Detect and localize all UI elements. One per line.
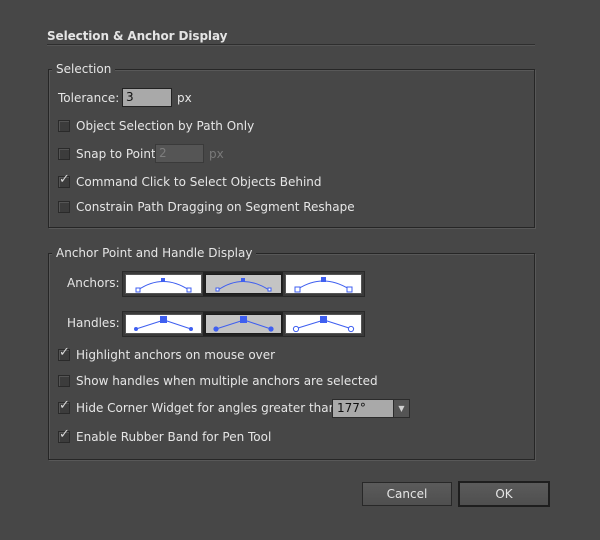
highlight-anchors-label: Highlight anchors on mouse over [76,348,276,362]
handles-style-selector [122,311,365,337]
hide-corner-widget-checkbox[interactable]: ✓ [58,398,70,414]
tolerance-label: Tolerance: [58,91,120,105]
hide-corner-widget-label: Hide Corner Widget for angles greater th… [76,401,341,415]
cancel-button[interactable]: Cancel [362,482,452,506]
check-mark-icon: ✓ [59,172,70,187]
check-mark-icon: ✓ [59,345,70,360]
snap-to-point-unit: px [209,147,224,161]
snap-to-point-label: Snap to Point [76,147,156,161]
hide-corner-widget-row[interactable]: ✓ Hide Corner Widget for angles greater … [58,398,341,416]
chevron-down-icon[interactable]: ▼ [393,400,409,417]
rubber-band-row[interactable]: ✓ Enable Rubber Band for Pen Tool [58,427,272,445]
handle-small-solid-icon [134,316,193,331]
object-selection-by-path-checkbox[interactable] [58,120,70,132]
anchors-style-selector [122,271,365,297]
command-click-row[interactable]: ✓ Command Click to Select Objects Behind [58,172,322,190]
constrain-path-label: Constrain Path Dragging on Segment Resha… [76,200,355,214]
command-click-label: Command Click to Select Objects Behind [76,175,322,189]
constrain-path-row[interactable]: Constrain Path Dragging on Segment Resha… [58,199,355,215]
highlight-anchors-checkbox[interactable]: ✓ [58,345,70,361]
title-divider [47,44,535,46]
highlight-anchors-row[interactable]: ✓ Highlight anchors on mouse over [58,345,276,363]
anchor-style-option-1[interactable] [123,272,204,296]
rubber-band-checkbox[interactable]: ✓ [58,427,70,443]
object-selection-by-path-row[interactable]: Object Selection by Path Only [58,118,254,134]
corner-angle-value[interactable]: 177° [333,400,393,417]
handle-large-solid-icon [213,316,274,332]
handle-style-option-1[interactable] [123,312,204,336]
object-selection-by-path-label: Object Selection by Path Only [76,119,255,133]
handles-label: Handles: [67,316,120,330]
ok-button[interactable]: OK [458,481,550,507]
snap-to-point-checkbox[interactable] [58,148,70,160]
anchor-style-option-2[interactable] [203,272,284,296]
rubber-band-label: Enable Rubber Band for Pen Tool [76,430,272,444]
show-handles-multiple-row[interactable]: Show handles when multiple anchors are s… [58,373,378,389]
corner-angle-dropdown[interactable]: 177° ▼ [332,399,410,418]
anchor-style-option-3[interactable] [283,272,364,296]
anchor-handle-group-legend: Anchor Point and Handle Display [52,246,257,260]
anchor-small-hollow-icon [215,278,272,292]
anchors-label: Anchors: [67,276,120,290]
anchor-small-hollow-icon [135,278,192,293]
selection-group-legend: Selection [52,62,116,76]
panel-title: Selection & Anchor Display [47,29,228,43]
anchor-large-hollow-icon [294,277,353,293]
show-handles-multiple-label: Show handles when multiple anchors are s… [76,374,378,388]
constrain-path-checkbox[interactable] [58,201,70,213]
check-mark-icon: ✓ [59,398,70,413]
snap-to-point-row[interactable]: Snap to Point [58,146,156,162]
handle-style-option-3[interactable] [283,312,364,336]
check-mark-icon: ✓ [59,427,70,442]
command-click-checkbox[interactable]: ✓ [58,172,70,188]
tolerance-unit: px [177,91,192,105]
snap-to-point-input[interactable]: 2 [155,144,204,163]
show-handles-multiple-checkbox[interactable] [58,375,70,387]
handle-hollow-icon [292,316,355,333]
handle-style-option-2[interactable] [203,312,284,336]
tolerance-input[interactable]: 3 [122,88,172,107]
